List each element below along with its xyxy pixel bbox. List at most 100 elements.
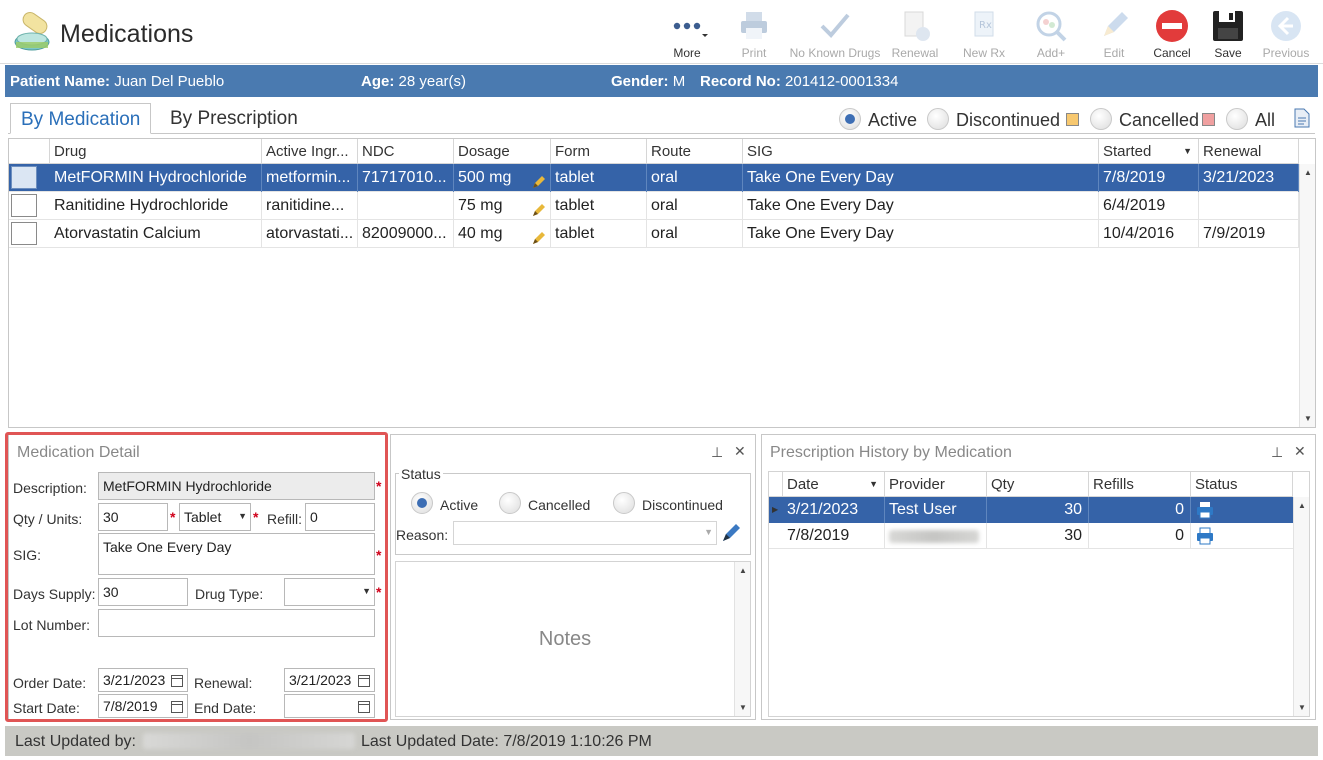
- sort-descending-icon: ▼: [869, 479, 878, 489]
- history-cell-refills: 0: [1089, 497, 1191, 523]
- cell-form: tablet: [551, 220, 647, 248]
- cell-form: tablet: [551, 164, 647, 192]
- column-header-ndc[interactable]: NDC: [358, 139, 454, 164]
- status-panel: ⊥ ✕ Status Active Cancelled Discontinued…: [390, 434, 756, 720]
- close-icon[interactable]: ✕: [1294, 443, 1306, 460]
- column-header-dosage[interactable]: Dosage: [454, 139, 551, 164]
- column-header-form[interactable]: Form: [551, 139, 647, 164]
- column-header-route[interactable]: Route: [647, 139, 743, 164]
- printer-icon: [736, 8, 772, 44]
- cell-ndc: [358, 192, 454, 220]
- row-indicator-header: [769, 472, 783, 497]
- cell-sig: Take One Every Day: [743, 220, 1099, 248]
- history-cell-provider: Test User: [885, 497, 987, 523]
- cell-sig: Take One Every Day: [743, 164, 1099, 192]
- edit-dosage-pencil-icon[interactable]: [532, 171, 546, 188]
- edit-dosage-pencil-icon[interactable]: [532, 199, 546, 216]
- status-discontinued-radio[interactable]: [613, 492, 635, 514]
- history-scrollbar[interactable]: ▲ ▼: [1293, 497, 1309, 716]
- grid-scrollbar[interactable]: ▲ ▼: [1299, 164, 1315, 427]
- printer-icon[interactable]: [1195, 500, 1215, 520]
- tab-by-medication[interactable]: By Medication: [10, 103, 152, 134]
- column-header-started[interactable]: Started ▼: [1099, 139, 1199, 164]
- history-column-provider[interactable]: Provider: [885, 472, 987, 497]
- filter-all-label: All: [1255, 110, 1276, 130]
- edit-reason-pencil-icon[interactable]: [721, 523, 741, 543]
- page-title: Medications: [60, 20, 194, 48]
- table-row[interactable]: 7/8/2019 30 0: [769, 523, 1293, 549]
- cell-started: 6/4/2019: [1099, 192, 1199, 220]
- column-header-renewal[interactable]: Renewal: [1199, 139, 1299, 164]
- row-checkbox[interactable]: [11, 194, 37, 217]
- cell-active-ingredient: metformin...: [262, 164, 358, 192]
- history-column-status[interactable]: Status: [1191, 472, 1293, 497]
- notes-placeholder: Notes: [538, 628, 592, 650]
- history-cell-provider: [885, 523, 987, 549]
- table-row[interactable]: ▶ 3/21/2023 Test User 30 0: [769, 497, 1293, 523]
- pencil-icon: [1096, 8, 1132, 44]
- cell-drug: Atorvastatin Calcium: [50, 220, 262, 248]
- status-cancelled-radio[interactable]: [499, 492, 521, 514]
- close-icon[interactable]: ✕: [734, 443, 746, 460]
- row-checkbox[interactable]: [11, 222, 37, 245]
- scroll-down-arrow-icon[interactable]: ▼: [739, 703, 747, 712]
- table-row[interactable]: MetFORMIN Hydrochloride metformin... 717…: [9, 164, 1299, 192]
- cell-drug: MetFORMIN Hydrochloride: [50, 164, 262, 192]
- filter-discontinued-radio[interactable]: [927, 108, 949, 130]
- column-header-drug[interactable]: Drug: [50, 139, 262, 164]
- notes-area[interactable]: Notes ▲ ▼: [395, 561, 751, 717]
- notes-scrollbar[interactable]: ▲ ▼: [734, 562, 750, 716]
- filter-cancelled-label: Cancelled: [1119, 110, 1200, 130]
- cell-renewal: 7/9/2019: [1199, 220, 1299, 248]
- patient-age: Age: 28 year(s): [361, 73, 467, 90]
- status-active-radio[interactable]: [411, 492, 433, 514]
- column-header-active-ingredient[interactable]: Active Ingr...: [262, 139, 358, 164]
- cell-drug: Ranitidine Hydrochloride: [50, 192, 262, 220]
- new-rx-icon: Rx: [966, 8, 1002, 44]
- history-column-qty[interactable]: Qty: [987, 472, 1089, 497]
- scroll-down-arrow-icon[interactable]: ▼: [1298, 703, 1306, 712]
- prescription-history-grid: Date ▼ Provider Qty Refills Status ▶ 3/21…: [768, 471, 1310, 717]
- edit-dosage-pencil-icon[interactable]: [532, 227, 546, 244]
- print-button[interactable]: Print: [719, 6, 789, 60]
- cell-started: 7/8/2019: [1099, 164, 1199, 192]
- cancelled-color-swatch: [1202, 113, 1215, 126]
- medications-logo-icon: [12, 12, 56, 56]
- printer-icon[interactable]: [1195, 526, 1215, 546]
- tab-by-prescription[interactable]: By Prescription: [160, 103, 308, 134]
- cell-started: 10/4/2016: [1099, 220, 1199, 248]
- history-column-refills[interactable]: Refills: [1089, 472, 1191, 497]
- svg-text:Rx: Rx: [979, 20, 992, 31]
- filter-all-radio[interactable]: [1226, 108, 1248, 130]
- status-group-title: Status: [399, 466, 443, 482]
- pin-icon[interactable]: ⊥: [711, 444, 723, 461]
- history-cell-qty: 30: [987, 497, 1089, 523]
- scroll-up-arrow-icon[interactable]: ▲: [739, 566, 747, 575]
- row-checkbox[interactable]: [11, 166, 37, 189]
- current-row-indicator-icon: ▶: [772, 505, 779, 514]
- column-header-select[interactable]: [9, 139, 50, 164]
- filter-active-radio[interactable]: [839, 108, 861, 130]
- scroll-up-arrow-icon[interactable]: ▲: [1304, 168, 1312, 177]
- cell-route: oral: [647, 192, 743, 220]
- cell-route: oral: [647, 164, 743, 192]
- prescription-history-title: Prescription History by Medication: [770, 444, 1012, 461]
- scroll-up-arrow-icon[interactable]: ▲: [1298, 501, 1306, 510]
- patient-record-number: Record No: 201412-0001334: [700, 73, 899, 90]
- pin-icon[interactable]: ⊥: [1271, 444, 1283, 461]
- status-discontinued-label: Discontinued: [642, 497, 723, 513]
- table-row[interactable]: Atorvastatin Calcium atorvastati... 8200…: [9, 220, 1299, 248]
- reason-dropdown[interactable]: ▼: [453, 521, 717, 545]
- cell-dosage: 75 mg: [454, 192, 551, 220]
- export-document-icon[interactable]: [1293, 108, 1311, 128]
- redacted-provider: [889, 530, 979, 543]
- cell-active-ingredient: ranitidine...: [262, 192, 358, 220]
- history-column-date[interactable]: Date ▼: [783, 472, 885, 497]
- column-header-sig[interactable]: SIG: [743, 139, 1099, 164]
- filter-cancelled-radio[interactable]: [1090, 108, 1112, 130]
- previous-button[interactable]: Previous: [1251, 6, 1321, 60]
- reason-label: Reason:: [396, 527, 449, 543]
- history-cell-date: 7/8/2019: [783, 523, 885, 549]
- scroll-down-arrow-icon[interactable]: ▼: [1304, 414, 1312, 423]
- table-row[interactable]: Ranitidine Hydrochloride ranitidine... 7…: [9, 192, 1299, 220]
